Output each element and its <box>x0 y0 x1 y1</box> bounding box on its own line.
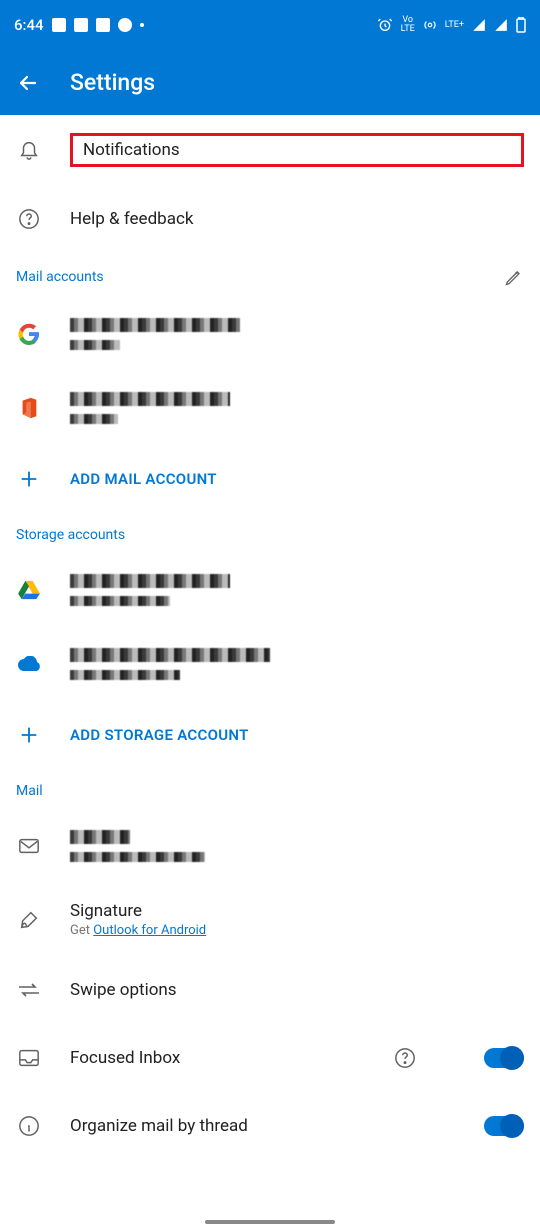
mail-section-title: Mail <box>16 783 43 799</box>
office-account-info <box>70 389 524 427</box>
alarm-icon <box>377 17 393 33</box>
office-icon <box>19 397 39 419</box>
add-storage-account-row[interactable]: ADD STORAGE ACCOUNT <box>0 701 540 769</box>
drive-account-info <box>70 571 524 609</box>
help-icon[interactable] <box>394 1047 416 1069</box>
lte-label: LTE+ <box>445 21 464 30</box>
nav-handle[interactable] <box>205 1220 335 1224</box>
signal-icon-1 <box>472 18 486 32</box>
app-bar: Settings <box>0 50 540 115</box>
bell-icon <box>18 139 40 161</box>
edit-icon[interactable] <box>504 267 524 287</box>
organize-label: Organize mail by thread <box>70 1116 456 1136</box>
help-icon <box>18 208 40 230</box>
signal-icon-2 <box>494 18 508 32</box>
swipe-icon <box>17 983 41 997</box>
focused-toggle[interactable] <box>484 1048 524 1068</box>
volte-icon: Vo LTE <box>401 16 415 34</box>
swipe-label: Swipe options <box>70 980 524 1000</box>
mail-accounts-section: Mail accounts <box>0 253 540 297</box>
outlook-link[interactable]: Outlook for Android <box>93 923 206 938</box>
status-bar: 6:44 Vo LTE LTE+ <box>0 0 540 50</box>
flame-icon <box>118 18 132 32</box>
mail-accounts-title: Mail accounts <box>16 269 104 285</box>
redacted-text <box>70 830 130 844</box>
storage-accounts-title: Storage accounts <box>16 527 125 543</box>
focused-label: Focused Inbox <box>70 1048 366 1068</box>
redacted-text <box>70 392 230 406</box>
onedrive-icon <box>17 656 41 672</box>
drive-icon <box>18 580 40 600</box>
status-bar-right: Vo LTE LTE+ <box>377 16 526 34</box>
default-account-info <box>70 827 524 865</box>
redacted-text <box>70 670 180 680</box>
info-icon <box>18 1115 40 1137</box>
google-account-info <box>70 315 524 353</box>
redacted-text <box>70 648 270 662</box>
mail-icon <box>18 837 40 855</box>
redacted-text <box>70 318 240 332</box>
signature-title: Signature <box>70 901 524 921</box>
more-dot-icon <box>140 23 144 27</box>
battery-icon <box>516 17 526 33</box>
google-account-row[interactable] <box>0 297 540 371</box>
plus-icon <box>18 468 40 490</box>
google-icon <box>18 323 40 345</box>
plus-icon <box>18 724 40 746</box>
help-label: Help & feedback <box>70 209 524 229</box>
page-title: Settings <box>70 69 155 96</box>
app-notif-icon-2 <box>96 18 110 32</box>
focused-inbox-row[interactable]: Focused Inbox <box>0 1024 540 1092</box>
mail-section: Mail <box>0 769 540 809</box>
redacted-text <box>70 596 170 606</box>
notifications-label: Notifications <box>83 140 180 160</box>
signature-row[interactable]: Signature Get Outlook for Android <box>0 883 540 956</box>
status-bar-left: 6:44 <box>14 16 144 34</box>
default-account-row[interactable] <box>0 809 540 883</box>
add-mail-label: ADD MAIL ACCOUNT <box>70 470 524 488</box>
redacted-text <box>70 340 120 350</box>
drive-account-row[interactable] <box>0 553 540 627</box>
onedrive-account-row[interactable] <box>0 627 540 701</box>
add-storage-label: ADD STORAGE ACCOUNT <box>70 726 524 744</box>
signature-icon <box>18 909 40 931</box>
redacted-text <box>70 852 205 862</box>
swipe-options-row[interactable]: Swipe options <box>0 956 540 1024</box>
organize-thread-row[interactable]: Organize mail by thread <box>0 1092 540 1160</box>
onedrive-account-info <box>70 645 524 683</box>
inbox-icon <box>18 1048 40 1068</box>
notifications-highlight: Notifications <box>70 133 524 167</box>
storage-accounts-section: Storage accounts <box>0 513 540 553</box>
hotspot-icon <box>423 18 437 32</box>
office-account-row[interactable] <box>0 371 540 445</box>
settings-list: Notifications Help & feedback Mail accou… <box>0 115 540 1160</box>
back-icon[interactable] <box>16 71 40 95</box>
redacted-text <box>70 414 118 424</box>
message-icon <box>52 18 66 32</box>
organize-toggle[interactable] <box>484 1116 524 1136</box>
notifications-row[interactable]: Notifications <box>0 115 540 185</box>
app-notif-icon <box>74 18 88 32</box>
signature-value: Get Outlook for Android <box>70 923 524 938</box>
add-mail-account-row[interactable]: ADD MAIL ACCOUNT <box>0 445 540 513</box>
help-feedback-row[interactable]: Help & feedback <box>0 185 540 253</box>
status-clock: 6:44 <box>14 16 44 34</box>
redacted-text <box>70 574 230 588</box>
